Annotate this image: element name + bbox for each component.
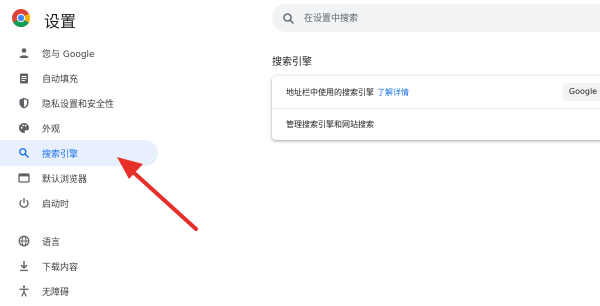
sidebar-item-label: 搜索引擎 bbox=[42, 150, 79, 160]
sidebar-item-label: 无障碍 bbox=[42, 288, 70, 298]
chrome-logo-icon bbox=[12, 9, 31, 28]
sidebar-item-label: 外观 bbox=[42, 125, 61, 135]
power-icon bbox=[18, 197, 30, 209]
page-title: 设置 bbox=[44, 12, 77, 31]
sidebar-item-label: 下载内容 bbox=[42, 263, 79, 273]
sidebar-item-on-startup[interactable]: 启动时 bbox=[0, 190, 160, 216]
shield-icon bbox=[18, 97, 30, 109]
clipboard-icon bbox=[18, 72, 30, 84]
search-engine-select[interactable]: Google bbox=[563, 83, 600, 101]
header: 设置 在设置中搜索 bbox=[0, 0, 600, 40]
sidebar-item-label: 语言 bbox=[42, 238, 61, 248]
palette-icon bbox=[18, 122, 30, 134]
download-icon bbox=[18, 260, 30, 272]
address-bar-engine-label: 地址栏中使用的搜索引擎 了解详情 bbox=[286, 87, 409, 98]
search-icon bbox=[18, 147, 30, 159]
sidebar-item-label: 自动填充 bbox=[42, 75, 79, 85]
section-title: 搜索引擎 bbox=[272, 57, 312, 68]
learn-more-link[interactable]: 了解详情 bbox=[377, 88, 409, 97]
manage-search-engines-label: 管理搜索引擎和网站搜索 bbox=[286, 120, 374, 129]
sidebar-item-appearance[interactable]: 外观 bbox=[0, 115, 160, 141]
globe-icon bbox=[18, 235, 30, 247]
manage-search-engines-row[interactable]: 管理搜索引擎和网站搜索 bbox=[272, 108, 600, 140]
sidebar-item-label: 您与 Google bbox=[42, 50, 95, 60]
browser-icon bbox=[18, 172, 30, 184]
sidebar-item-languages[interactable]: 语言 bbox=[0, 228, 160, 254]
settings-search-bar[interactable]: 在设置中搜索 bbox=[272, 4, 600, 32]
row-label-text: 地址栏中使用的搜索引擎 bbox=[286, 88, 374, 97]
search-icon bbox=[282, 11, 296, 25]
sidebar-item-privacy[interactable]: 隐私设置和安全性 bbox=[0, 90, 160, 116]
accessibility-icon bbox=[18, 285, 30, 297]
search-placeholder: 在设置中搜索 bbox=[304, 14, 359, 24]
sidebar-item-label: 默认浏览器 bbox=[42, 175, 88, 185]
search-engine-card: 地址栏中使用的搜索引擎 了解详情 Google 管理搜索引擎和网站搜索 bbox=[272, 76, 600, 140]
sidebar-item-accessibility[interactable]: 无障碍 bbox=[0, 278, 160, 304]
sidebar-item-default-browser[interactable]: 默认浏览器 bbox=[0, 165, 160, 191]
sidebar: 您与 Google 自动填充 隐私设置和安全性 外观 搜索引擎 默认浏览器 启动… bbox=[0, 40, 160, 306]
sidebar-item-label: 隐私设置和安全性 bbox=[42, 100, 115, 110]
person-icon bbox=[18, 47, 30, 59]
address-bar-engine-row: 地址栏中使用的搜索引擎 了解详情 Google bbox=[272, 76, 600, 109]
sidebar-item-label: 启动时 bbox=[42, 200, 70, 210]
sidebar-item-you-and-google[interactable]: 您与 Google bbox=[0, 40, 160, 66]
sidebar-item-downloads[interactable]: 下载内容 bbox=[0, 253, 160, 279]
sidebar-item-autofill[interactable]: 自动填充 bbox=[0, 65, 160, 91]
sidebar-item-search-engine[interactable]: 搜索引擎 bbox=[0, 140, 158, 166]
